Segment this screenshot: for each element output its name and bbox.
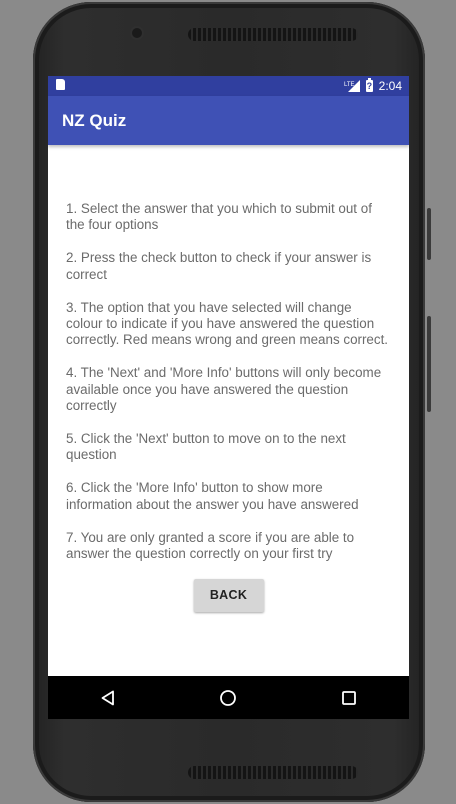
instruction-item: 7. You are only granted a score if you a…: [66, 529, 355, 562]
recents-square-icon: [341, 690, 356, 705]
battery-charging-icon: [365, 78, 373, 92]
instruction-item: 1. Select the answer that you which to s…: [66, 201, 372, 233]
back-triangle-icon: [101, 690, 115, 705]
sd-card-icon: [56, 79, 65, 90]
screen: LTE 2:04 NZ Quiz 1. Select the answer th…: [48, 76, 409, 719]
svg-text:LTE: LTE: [344, 82, 355, 88]
lte-signal-icon: LTE: [344, 80, 360, 92]
nav-recents-button[interactable]: [329, 676, 369, 719]
front-camera: [132, 28, 142, 38]
instructions-content: 1. Select the answer that you which to s…: [48, 145, 409, 612]
status-bar: LTE 2:04: [48, 76, 409, 96]
nav-back-button[interactable]: [88, 676, 128, 719]
system-nav-bar: [48, 676, 409, 719]
status-time: 2:04: [378, 79, 402, 93]
power-button: [427, 316, 431, 412]
instruction-item: 6. Click the 'More Info' button to show …: [66, 480, 359, 512]
top-speaker: [188, 28, 358, 41]
nav-home-button[interactable]: [208, 676, 248, 719]
app-bar: NZ Quiz: [48, 96, 409, 145]
app-title: NZ Quiz: [62, 110, 127, 130]
instruction-item: 5. Click the 'Next' button to move on to…: [66, 431, 346, 463]
home-circle-icon: [220, 689, 237, 706]
back-button[interactable]: BACK: [193, 579, 264, 612]
instruction-item: 2. Press the check button to check if yo…: [66, 250, 372, 282]
bottom-speaker: [188, 766, 358, 779]
instruction-item: 4. The 'Next' and 'More Info' buttons wi…: [66, 365, 382, 414]
instruction-item: 3. The option that you have selected wil…: [66, 299, 389, 348]
volume-button: [427, 208, 431, 260]
